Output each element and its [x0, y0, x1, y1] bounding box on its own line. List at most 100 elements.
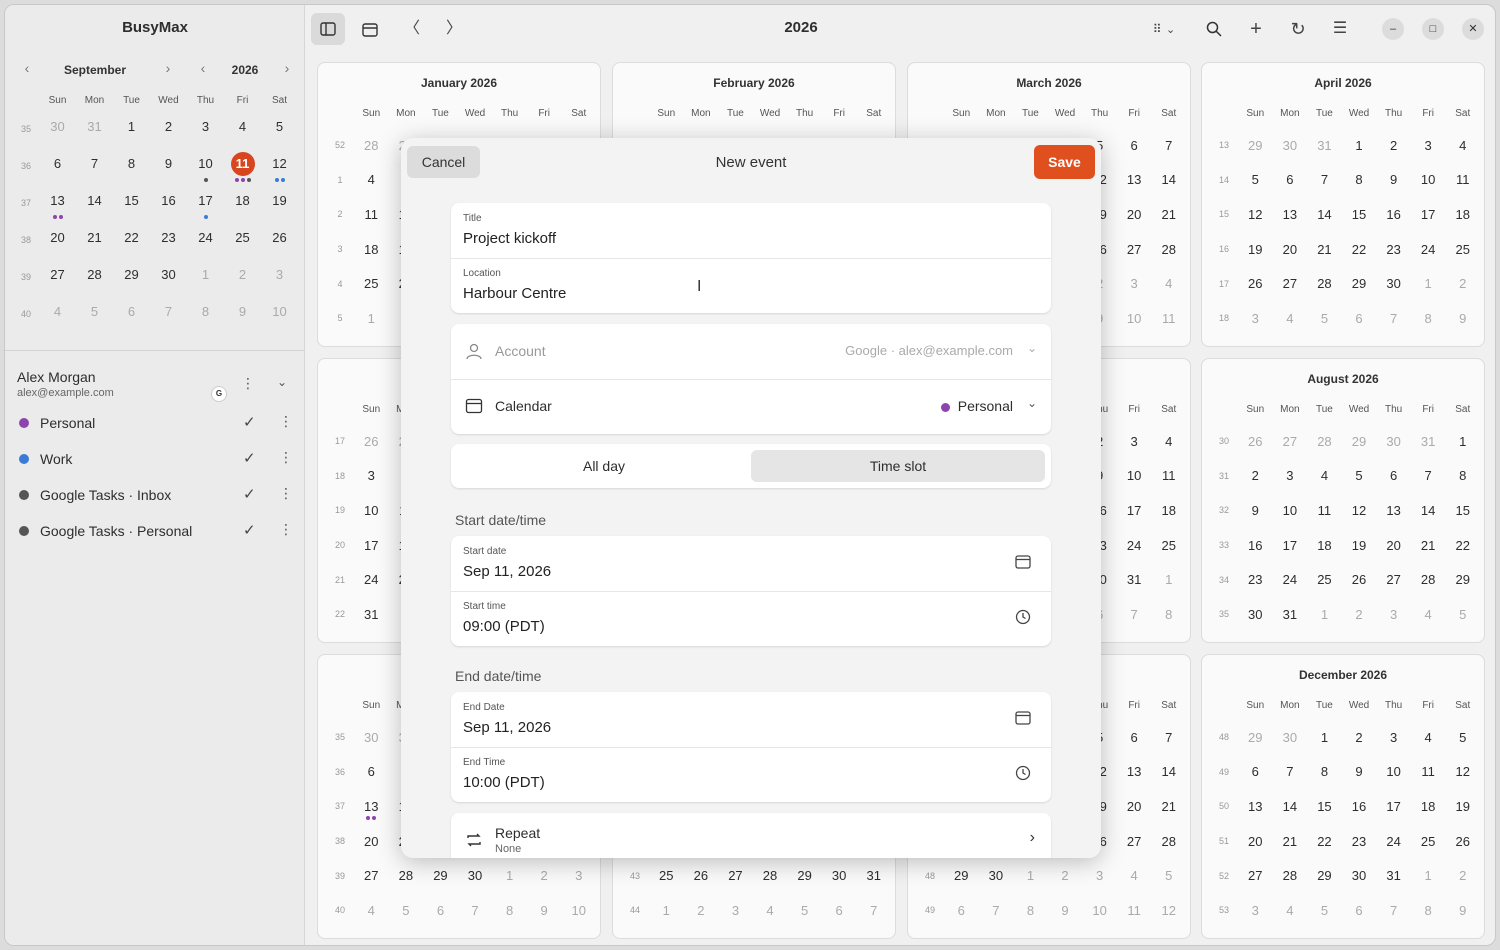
month-day[interactable]: 12 [1238, 207, 1273, 222]
month-day[interactable]: 5 [1238, 172, 1273, 187]
mini-day[interactable]: 20 [39, 222, 76, 259]
month-day[interactable]: 29 [787, 868, 822, 883]
month-day[interactable]: 1 [1307, 607, 1342, 622]
month-day[interactable]: 2 [1445, 276, 1480, 291]
month-day[interactable]: 8 [1411, 903, 1446, 918]
month-day[interactable]: 30 [458, 868, 493, 883]
month-day[interactable]: 29 [1238, 730, 1273, 745]
month-day[interactable]: 2 [527, 868, 562, 883]
mini-day[interactable]: 10 [261, 296, 298, 333]
month-day[interactable]: 5 [1307, 311, 1342, 326]
month-day[interactable]: 4 [1411, 607, 1446, 622]
calendar-item[interactable]: Work ✓ ⋮ [17, 447, 297, 473]
month-day[interactable]: 28 [1151, 242, 1186, 257]
month-day[interactable]: 7 [1151, 138, 1186, 153]
mini-day[interactable]: 6 [39, 148, 76, 185]
month-day[interactable]: 8 [1411, 311, 1446, 326]
start-time-value[interactable]: 09:00 (PDT) [463, 618, 545, 635]
month-day[interactable]: 17 [354, 538, 389, 553]
month-day[interactable]: 1 [1411, 868, 1446, 883]
month-day[interactable]: 26 [1238, 434, 1273, 449]
month-day[interactable]: 25 [1445, 242, 1480, 257]
month-day[interactable]: 31 [1273, 607, 1308, 622]
month-day[interactable]: 30 [1273, 138, 1308, 153]
month-day[interactable]: 2 [1376, 138, 1411, 153]
month-day[interactable]: 7 [1376, 311, 1411, 326]
calendar-icon[interactable] [1015, 710, 1031, 726]
month-day[interactable]: 1 [1013, 868, 1048, 883]
all-day-option[interactable]: All day [457, 450, 751, 482]
calendar-row[interactable]: Calendar Personal ⌄ [451, 379, 1051, 434]
month-day[interactable]: 18 [1411, 799, 1446, 814]
month-card[interactable]: August 2026 Sun Mon Tue Wed Thu Fri Sat 30 26 27 28… [1201, 358, 1485, 643]
month-day[interactable]: 30 [822, 868, 857, 883]
mini-day[interactable]: 10 [187, 148, 224, 185]
mini-day[interactable]: 26 [261, 222, 298, 259]
month-day[interactable]: 10 [1411, 172, 1446, 187]
month-day[interactable]: 31 [1307, 138, 1342, 153]
more-options-icon[interactable]: ⋮ [279, 449, 293, 466]
month-day[interactable]: 1 [1151, 572, 1186, 587]
month-day[interactable]: 4 [753, 903, 788, 918]
end-date-value[interactable]: Sep 11, 2026 [463, 719, 551, 736]
prev-month-button[interactable]: ‹ [17, 60, 37, 76]
month-day[interactable]: 22 [1445, 538, 1480, 553]
month-day[interactable]: 4 [354, 172, 389, 187]
month-day[interactable]: 29 [1238, 138, 1273, 153]
clock-icon[interactable] [1015, 765, 1031, 781]
view-switcher-button[interactable]: ⠿ ⌄ [1141, 13, 1187, 45]
mini-day[interactable]: 5 [261, 111, 298, 148]
mini-day[interactable]: 23 [150, 222, 187, 259]
title-field[interactable]: Title Project kickoff [451, 203, 1051, 258]
mini-day[interactable]: 30 [150, 259, 187, 296]
mini-day[interactable]: 9 [224, 296, 261, 333]
month-day[interactable]: 14 [1273, 799, 1308, 814]
checkmark-icon[interactable]: ✓ [243, 413, 256, 431]
month-day[interactable]: 16 [1238, 538, 1273, 553]
mini-day[interactable]: 7 [76, 148, 113, 185]
mini-day[interactable]: 11 [224, 148, 261, 185]
save-button[interactable]: Save [1034, 145, 1095, 179]
mini-day[interactable]: 5 [76, 296, 113, 333]
month-day[interactable]: 2 [1048, 868, 1083, 883]
month-day[interactable]: 5 [1445, 607, 1480, 622]
month-day[interactable]: 21 [1411, 538, 1446, 553]
month-day[interactable]: 1 [1445, 434, 1480, 449]
month-day[interactable]: 16 [1342, 799, 1377, 814]
month-day[interactable]: 2 [1238, 468, 1273, 483]
month-day[interactable]: 3 [1238, 903, 1273, 918]
month-day[interactable]: 28 [354, 138, 389, 153]
month-day[interactable]: 20 [354, 834, 389, 849]
month-day[interactable]: 9 [1238, 503, 1273, 518]
more-options-icon[interactable]: ⋮ [279, 485, 293, 502]
month-day[interactable]: 7 [1273, 764, 1308, 779]
month-day[interactable]: 5 [1342, 468, 1377, 483]
month-day[interactable]: 6 [423, 903, 458, 918]
month-day[interactable]: 6 [822, 903, 857, 918]
end-time-field[interactable]: End Time 10:00 (PDT) [451, 747, 1051, 802]
month-day[interactable]: 20 [1273, 242, 1308, 257]
month-day[interactable]: 22 [1342, 242, 1377, 257]
month-day[interactable]: 15 [1342, 207, 1377, 222]
month-day[interactable]: 23 [1376, 242, 1411, 257]
month-day[interactable]: 12 [1151, 903, 1186, 918]
month-day[interactable]: 29 [1342, 276, 1377, 291]
month-day[interactable]: 11 [1411, 764, 1446, 779]
month-day[interactable]: 3 [718, 903, 753, 918]
month-day[interactable]: 24 [1117, 538, 1152, 553]
month-day[interactable]: 27 [1238, 868, 1273, 883]
month-day[interactable]: 18 [1307, 538, 1342, 553]
month-day[interactable]: 5 [787, 903, 822, 918]
mini-day[interactable]: 1 [113, 111, 150, 148]
month-day[interactable]: 13 [1238, 799, 1273, 814]
month-day[interactable]: 22 [1307, 834, 1342, 849]
more-options-icon[interactable]: ⋮ [279, 521, 293, 538]
mini-day[interactable]: 2 [150, 111, 187, 148]
mini-day[interactable]: 21 [76, 222, 113, 259]
month-day[interactable]: 13 [1117, 764, 1152, 779]
month-day[interactable]: 3 [1117, 276, 1152, 291]
month-day[interactable]: 10 [1117, 468, 1152, 483]
mini-day[interactable]: 1 [187, 259, 224, 296]
checkmark-icon[interactable]: ✓ [243, 449, 256, 467]
month-day[interactable]: 1 [649, 903, 684, 918]
